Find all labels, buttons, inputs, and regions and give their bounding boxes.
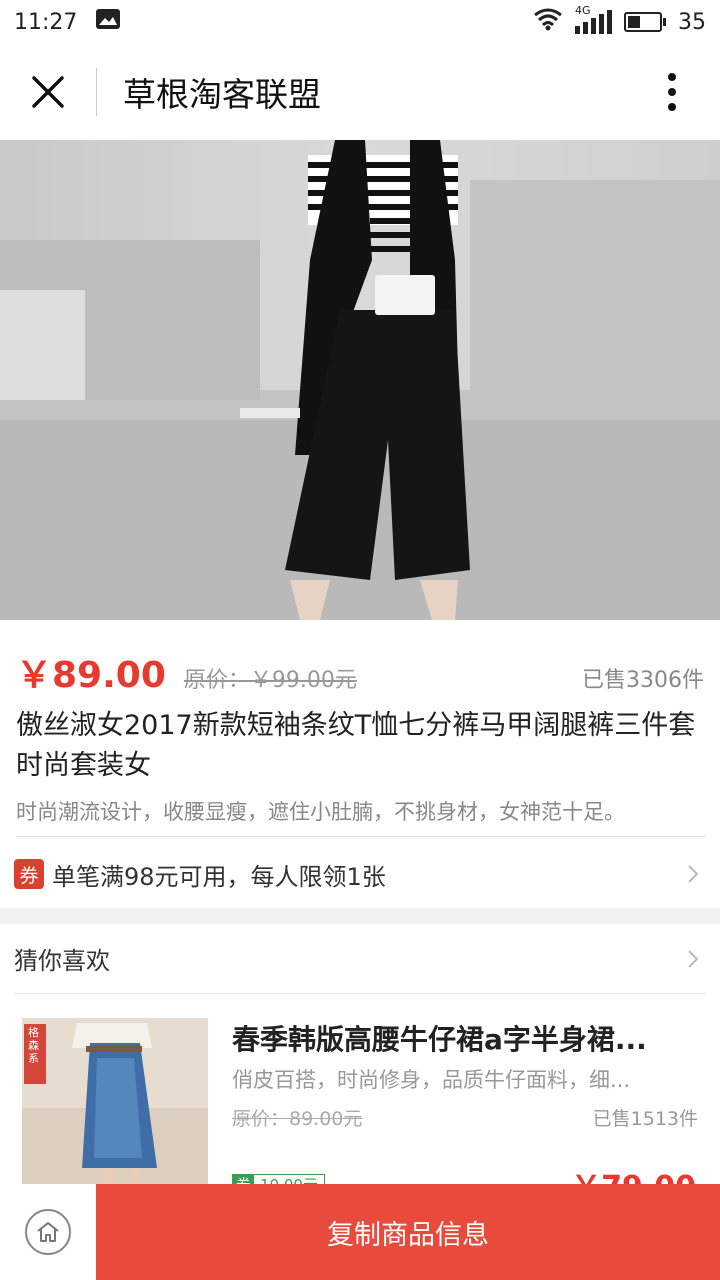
nav-divider	[96, 68, 97, 116]
item-title: 春季韩版高腰牛仔裙a字半身裙...	[232, 1023, 647, 1056]
photo-icon	[95, 8, 121, 36]
original-price: 原价：￥99.00元	[183, 668, 357, 693]
close-icon	[32, 76, 64, 108]
recommend-title: 猜你喜欢	[14, 947, 110, 975]
status-right: 4G 35	[533, 4, 706, 37]
divider	[16, 836, 706, 837]
list-item[interactable]: 格森系 春季韩版高腰牛仔裙a字半身裙... 俏皮百搭，时尚修身，品质牛仔面料，细…	[0, 996, 720, 1205]
battery-icon	[624, 12, 666, 32]
sold-count: 已售3306件	[582, 668, 704, 693]
product-description: 时尚潮流设计，收腰显瘦，遮住小肚腩，不挑身材，女神范十足。	[16, 800, 625, 824]
status-bar: 11:27 4G 35	[0, 0, 720, 44]
product-price: ￥89.00	[16, 655, 166, 696]
wifi-icon	[533, 7, 563, 37]
product-info: ￥89.00 原价：￥99.00元 已售3306件 傲丝淑女2017新款短袖条纹…	[0, 620, 720, 908]
page: 11:27 4G 35 草根淘客联盟 ￥89.00 原价：￥99.00元 已售3…	[0, 0, 720, 1280]
nav-bar: 草根淘客联盟	[0, 44, 720, 140]
battery-level: 35	[678, 9, 706, 35]
product-title: 傲丝淑女2017新款短袖条纹T恤七分裤马甲阔腿裤三件套时尚套装女	[16, 710, 696, 781]
copy-product-info-button[interactable]: 复制商品信息	[96, 1184, 720, 1280]
product-image[interactable]	[0, 140, 720, 620]
signal-icon: 4G	[575, 4, 612, 34]
item-sold-count: 已售1513件	[592, 1108, 698, 1130]
item-thumbnail: 格森系	[22, 1018, 208, 1204]
coupon-row[interactable]: 券 单笔满98元可用，每人限领1张	[14, 848, 706, 900]
home-button[interactable]	[0, 1184, 96, 1280]
chevron-right-icon	[680, 946, 706, 972]
page-title: 草根淘客联盟	[123, 75, 321, 114]
thumbnail-stamp: 格森系	[28, 1026, 39, 1065]
coupon-badge: 券	[14, 859, 44, 889]
network-label: 4G	[575, 4, 591, 17]
close-button[interactable]	[0, 44, 96, 140]
status-time: 11:27	[14, 9, 78, 35]
home-icon	[25, 1209, 71, 1255]
recommend-header[interactable]: 猜你喜欢	[14, 924, 706, 994]
chevron-right-icon	[680, 861, 706, 887]
status-left: 11:27	[14, 8, 121, 36]
bottom-bar: 复制商品信息	[0, 1184, 720, 1280]
price-row: ￥89.00 原价：￥99.00元 已售3306件	[16, 646, 704, 696]
item-description: 俏皮百搭，时尚修身，品质牛仔面料，细...	[232, 1068, 631, 1092]
more-button[interactable]	[624, 44, 720, 140]
more-vertical-icon	[668, 73, 676, 111]
item-original-price: 原价：89.00元	[232, 1108, 363, 1130]
coupon-text: 单笔满98元可用，每人限领1张	[52, 862, 386, 891]
